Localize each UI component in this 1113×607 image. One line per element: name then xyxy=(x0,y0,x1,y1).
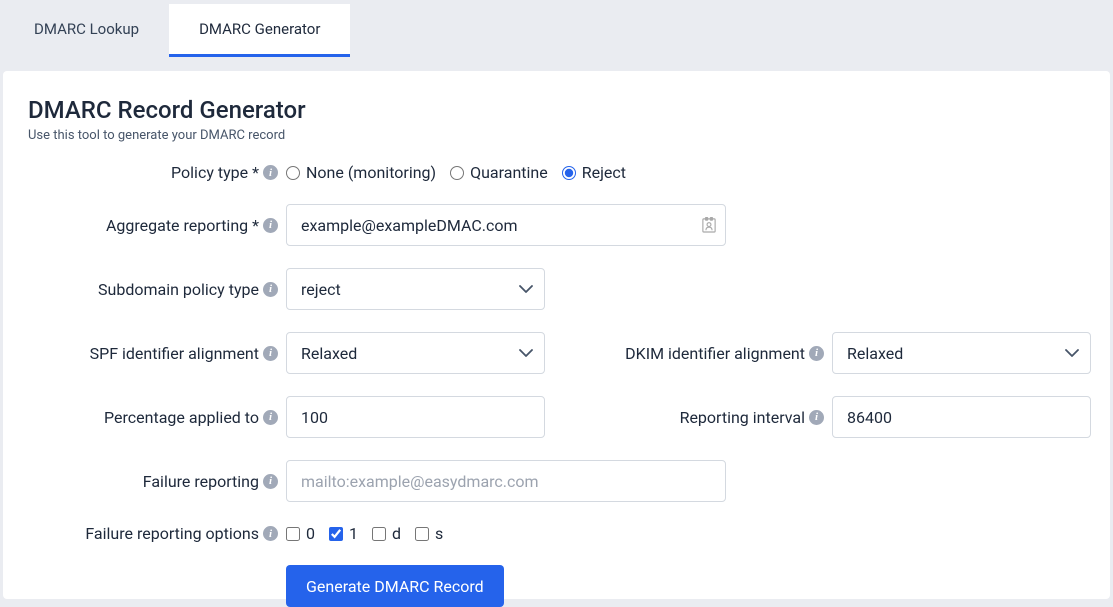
subdomain-label: Subdomain policy type xyxy=(98,280,259,299)
opt-d-checkbox[interactable]: d xyxy=(372,524,401,543)
opt-1-input[interactable] xyxy=(329,527,343,541)
info-icon[interactable]: i xyxy=(809,410,824,425)
aggregate-input[interactable] xyxy=(286,204,726,246)
dkim-select[interactable]: Relaxed xyxy=(832,332,1091,374)
failure-options-label: Failure reporting options xyxy=(85,524,259,543)
opt-0-label: 0 xyxy=(306,524,315,543)
policy-none-radio[interactable]: None (monitoring) xyxy=(286,163,436,182)
policy-none-input[interactable] xyxy=(286,166,300,180)
generator-card: DMARC Record Generator Use this tool to … xyxy=(3,71,1110,599)
info-icon[interactable]: i xyxy=(263,165,278,180)
policy-reject-input[interactable] xyxy=(562,166,576,180)
page-title: DMARC Record Generator xyxy=(28,96,1085,124)
opt-s-label: s xyxy=(435,524,443,543)
policy-none-label: None (monitoring) xyxy=(306,163,436,182)
info-icon[interactable]: i xyxy=(263,218,278,233)
spf-label: SPF identifier alignment xyxy=(90,344,259,363)
policy-quarantine-radio[interactable]: Quarantine xyxy=(450,163,548,182)
info-icon[interactable]: i xyxy=(263,282,278,297)
opt-0-input[interactable] xyxy=(286,527,300,541)
policy-quarantine-label: Quarantine xyxy=(470,163,548,182)
opt-1-label: 1 xyxy=(349,524,358,543)
failure-label: Failure reporting xyxy=(143,472,259,491)
interval-input[interactable] xyxy=(832,396,1091,438)
policy-type-label: Policy type * xyxy=(171,163,259,182)
interval-label: Reporting interval xyxy=(680,408,805,427)
policy-reject-label: Reject xyxy=(582,163,626,182)
info-icon[interactable]: i xyxy=(263,474,278,489)
tab-bar: DMARC Lookup DMARC Generator xyxy=(0,0,1113,57)
opt-1-checkbox[interactable]: 1 xyxy=(329,524,358,543)
opt-s-input[interactable] xyxy=(415,527,429,541)
opt-d-input[interactable] xyxy=(372,527,386,541)
opt-d-label: d xyxy=(392,524,401,543)
opt-s-checkbox[interactable]: s xyxy=(415,524,443,543)
info-icon[interactable]: i xyxy=(809,346,824,361)
tab-lookup[interactable]: DMARC Lookup xyxy=(4,4,169,57)
percentage-label: Percentage applied to xyxy=(104,408,259,427)
failure-options-group: 0 1 d s xyxy=(286,524,443,543)
policy-radio-group: None (monitoring) Quarantine Reject xyxy=(286,163,626,182)
subdomain-select[interactable]: reject xyxy=(286,268,545,310)
spf-select[interactable]: Relaxed xyxy=(286,332,545,374)
dkim-label: DKIM identifier alignment xyxy=(625,344,805,363)
info-icon[interactable]: i xyxy=(263,410,278,425)
tab-generator[interactable]: DMARC Generator xyxy=(169,4,350,57)
policy-quarantine-input[interactable] xyxy=(450,166,464,180)
policy-reject-radio[interactable]: Reject xyxy=(562,163,626,182)
opt-0-checkbox[interactable]: 0 xyxy=(286,524,315,543)
generate-button[interactable]: Generate DMARC Record xyxy=(286,565,504,607)
failure-input[interactable] xyxy=(286,460,726,502)
aggregate-label: Aggregate reporting * xyxy=(106,216,259,235)
info-icon[interactable]: i xyxy=(263,346,278,361)
info-icon[interactable]: i xyxy=(263,526,278,541)
page-subtitle: Use this tool to generate your DMARC rec… xyxy=(28,128,1085,143)
percentage-input[interactable] xyxy=(286,396,545,438)
